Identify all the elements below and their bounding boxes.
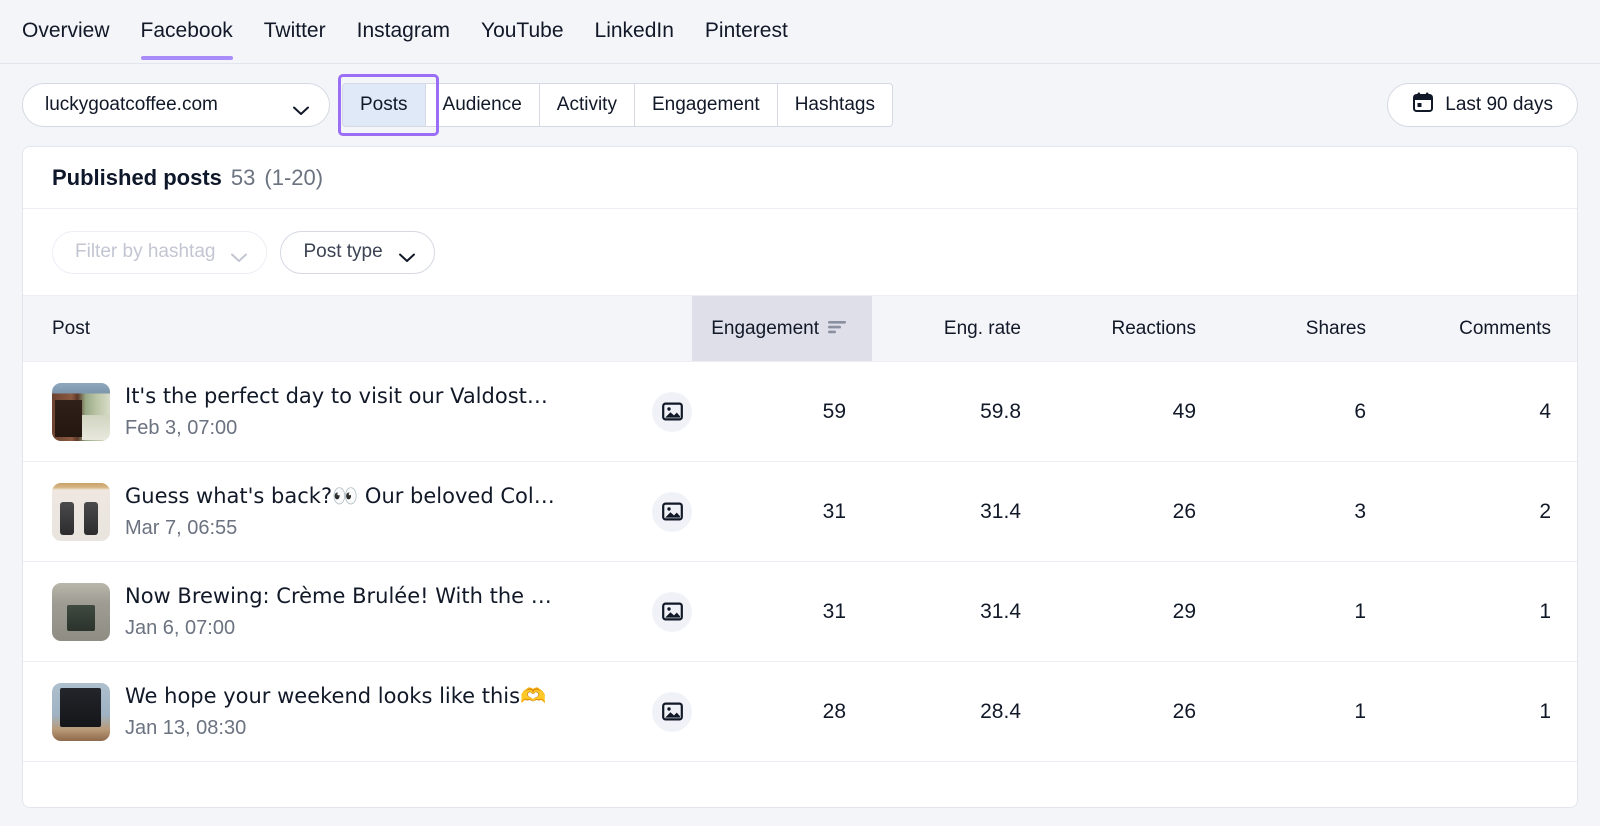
image-icon bbox=[652, 391, 692, 432]
post-cell: Now Brewing: Crème Brulée! With the p...… bbox=[23, 561, 692, 662]
cell-engagement: 28 bbox=[692, 661, 872, 762]
column-header-comments[interactable]: Comments bbox=[1392, 295, 1577, 362]
column-header-eng-rate[interactable]: Eng. rate bbox=[872, 295, 1047, 362]
cell-comments: 2 bbox=[1392, 461, 1577, 562]
cell-engagement: 59 bbox=[692, 361, 872, 462]
cell-reactions: 29 bbox=[1047, 561, 1222, 662]
hashtag-filter-label: Filter by hashtag bbox=[75, 241, 216, 262]
cell-shares: 1 bbox=[1222, 561, 1392, 662]
cell-comments: 4 bbox=[1392, 361, 1577, 462]
column-header-post[interactable]: Post bbox=[23, 295, 692, 362]
post-cell: Guess what's back?👀 Our beloved Cold ...… bbox=[23, 461, 692, 562]
column-header-reactions[interactable]: Reactions bbox=[1047, 295, 1222, 362]
sort-descending-icon bbox=[828, 318, 846, 340]
column-header-label: Eng. rate bbox=[943, 317, 1021, 339]
image-icon bbox=[652, 691, 692, 732]
column-header-shares[interactable]: Shares bbox=[1222, 295, 1392, 362]
segment-posts[interactable]: Posts bbox=[342, 83, 426, 127]
posts-count: 53 bbox=[230, 164, 256, 190]
chevron-down-icon bbox=[231, 247, 248, 262]
date-range-label: Last 90 days bbox=[1445, 94, 1553, 115]
posts-table: Post Engagement Eng. rate Reactions Shares Co… bbox=[23, 295, 1577, 762]
post-cell: It's the perfect day to visit our Valdos… bbox=[23, 361, 692, 462]
cell-comments: 1 bbox=[1392, 561, 1577, 662]
domain-select[interactable]: luckygoatcoffee.com bbox=[22, 83, 330, 127]
post-date: Mar 7, 06:55 bbox=[125, 516, 238, 539]
post-date: Feb 3, 07:00 bbox=[125, 416, 238, 439]
segment-audience[interactable]: Audience bbox=[425, 83, 540, 127]
control-bar: luckygoatcoffee.com Posts Audience Activit… bbox=[0, 64, 1600, 146]
column-header-label: Comments bbox=[1459, 317, 1551, 339]
post-thumbnail bbox=[52, 382, 110, 441]
chevron-down-icon bbox=[398, 247, 415, 262]
post-date: Jan 13, 08:30 bbox=[125, 716, 247, 739]
network-tab-pinterest[interactable]: Pinterest bbox=[705, 18, 788, 60]
network-tab-linkedin[interactable]: LinkedIn bbox=[595, 18, 674, 60]
network-tab-twitter[interactable]: Twitter bbox=[264, 18, 326, 60]
post-cell: We hope your weekend looks like this🫶 Jan… bbox=[23, 661, 692, 762]
image-icon bbox=[652, 491, 692, 532]
network-tab-bar: Overview Facebook Twitter Instagram YouTube L… bbox=[0, 0, 1600, 64]
post-thumbnail bbox=[52, 682, 110, 741]
image-icon bbox=[652, 591, 692, 632]
post-thumbnail bbox=[52, 482, 110, 541]
page-title: Published posts bbox=[52, 164, 222, 190]
cell-reactions: 26 bbox=[1047, 461, 1222, 562]
posts-table-head: Post Engagement Eng. rate Reactions Shares Co… bbox=[23, 295, 1577, 362]
cell-comments: 1 bbox=[1392, 661, 1577, 762]
cell-eng-rate: 31.4 bbox=[872, 461, 1047, 562]
cell-shares: 3 bbox=[1222, 461, 1392, 562]
date-range-picker[interactable]: Last 90 days bbox=[1387, 83, 1578, 127]
post-type-filter-label: Post type bbox=[303, 241, 383, 262]
domain-select-value: luckygoatcoffee.com bbox=[45, 94, 218, 115]
view-segment-group: Posts Audience Activity Engagement Hashtags bbox=[338, 74, 893, 136]
post-date: Jan 6, 07:00 bbox=[125, 616, 236, 639]
post-title[interactable]: We hope your weekend looks like this🫶 bbox=[125, 682, 555, 710]
card-header: Published posts 53 (1-20) bbox=[23, 147, 1577, 209]
cell-shares: 6 bbox=[1222, 361, 1392, 462]
table-header-row: Post Engagement Eng. rate Reactions Shares Co… bbox=[23, 295, 1577, 362]
hashtag-filter[interactable]: Filter by hashtag bbox=[52, 230, 268, 274]
network-tab-youtube[interactable]: YouTube bbox=[481, 18, 564, 60]
column-header-label: Shares bbox=[1305, 317, 1366, 339]
segment-activity[interactable]: Activity bbox=[539, 83, 635, 127]
cell-eng-rate: 28.4 bbox=[872, 661, 1047, 762]
cell-eng-rate: 31.4 bbox=[872, 561, 1047, 662]
chevron-down-icon bbox=[293, 100, 309, 115]
post-type-filter[interactable]: Post type bbox=[280, 230, 435, 274]
cell-engagement: 31 bbox=[692, 461, 872, 562]
posts-table-body: It's the perfect day to visit our Valdos… bbox=[23, 361, 1577, 762]
calendar-icon bbox=[1412, 91, 1434, 119]
cell-engagement: 31 bbox=[692, 561, 872, 662]
column-header-engagement[interactable]: Engagement bbox=[692, 295, 872, 362]
segment-hashtags[interactable]: Hashtags bbox=[777, 83, 893, 127]
post-title[interactable]: Now Brewing: Crème Brulée! With the p... bbox=[125, 582, 555, 610]
table-row[interactable]: Now Brewing: Crème Brulée! With the p...… bbox=[23, 561, 1577, 662]
network-tab-overview[interactable]: Overview bbox=[22, 18, 110, 60]
segment-engagement[interactable]: Engagement bbox=[634, 83, 778, 127]
cell-shares: 1 bbox=[1222, 661, 1392, 762]
cell-reactions: 26 bbox=[1047, 661, 1222, 762]
network-tab-instagram[interactable]: Instagram bbox=[357, 18, 450, 60]
filter-row: Filter by hashtag Post type bbox=[23, 209, 1577, 295]
network-tab-facebook[interactable]: Facebook bbox=[140, 18, 234, 60]
post-title[interactable]: Guess what's back?👀 Our beloved Cold ... bbox=[125, 482, 555, 510]
published-posts-card: Published posts 53 (1-20) Filter by hash… bbox=[22, 146, 1578, 808]
table-row[interactable]: It's the perfect day to visit our Valdos… bbox=[23, 361, 1577, 462]
cell-reactions: 49 bbox=[1047, 361, 1222, 462]
cell-eng-rate: 59.8 bbox=[872, 361, 1047, 462]
post-thumbnail bbox=[52, 582, 110, 641]
posts-range: (1-20) bbox=[264, 164, 324, 190]
table-row[interactable]: Guess what's back?👀 Our beloved Cold ...… bbox=[23, 461, 1577, 562]
post-title[interactable]: It's the perfect day to visit our Valdos… bbox=[125, 382, 555, 410]
table-row[interactable]: We hope your weekend looks like this🫶 Jan… bbox=[23, 661, 1577, 762]
column-header-label: Reactions bbox=[1111, 317, 1197, 339]
column-header-label: Engagement bbox=[711, 317, 819, 339]
